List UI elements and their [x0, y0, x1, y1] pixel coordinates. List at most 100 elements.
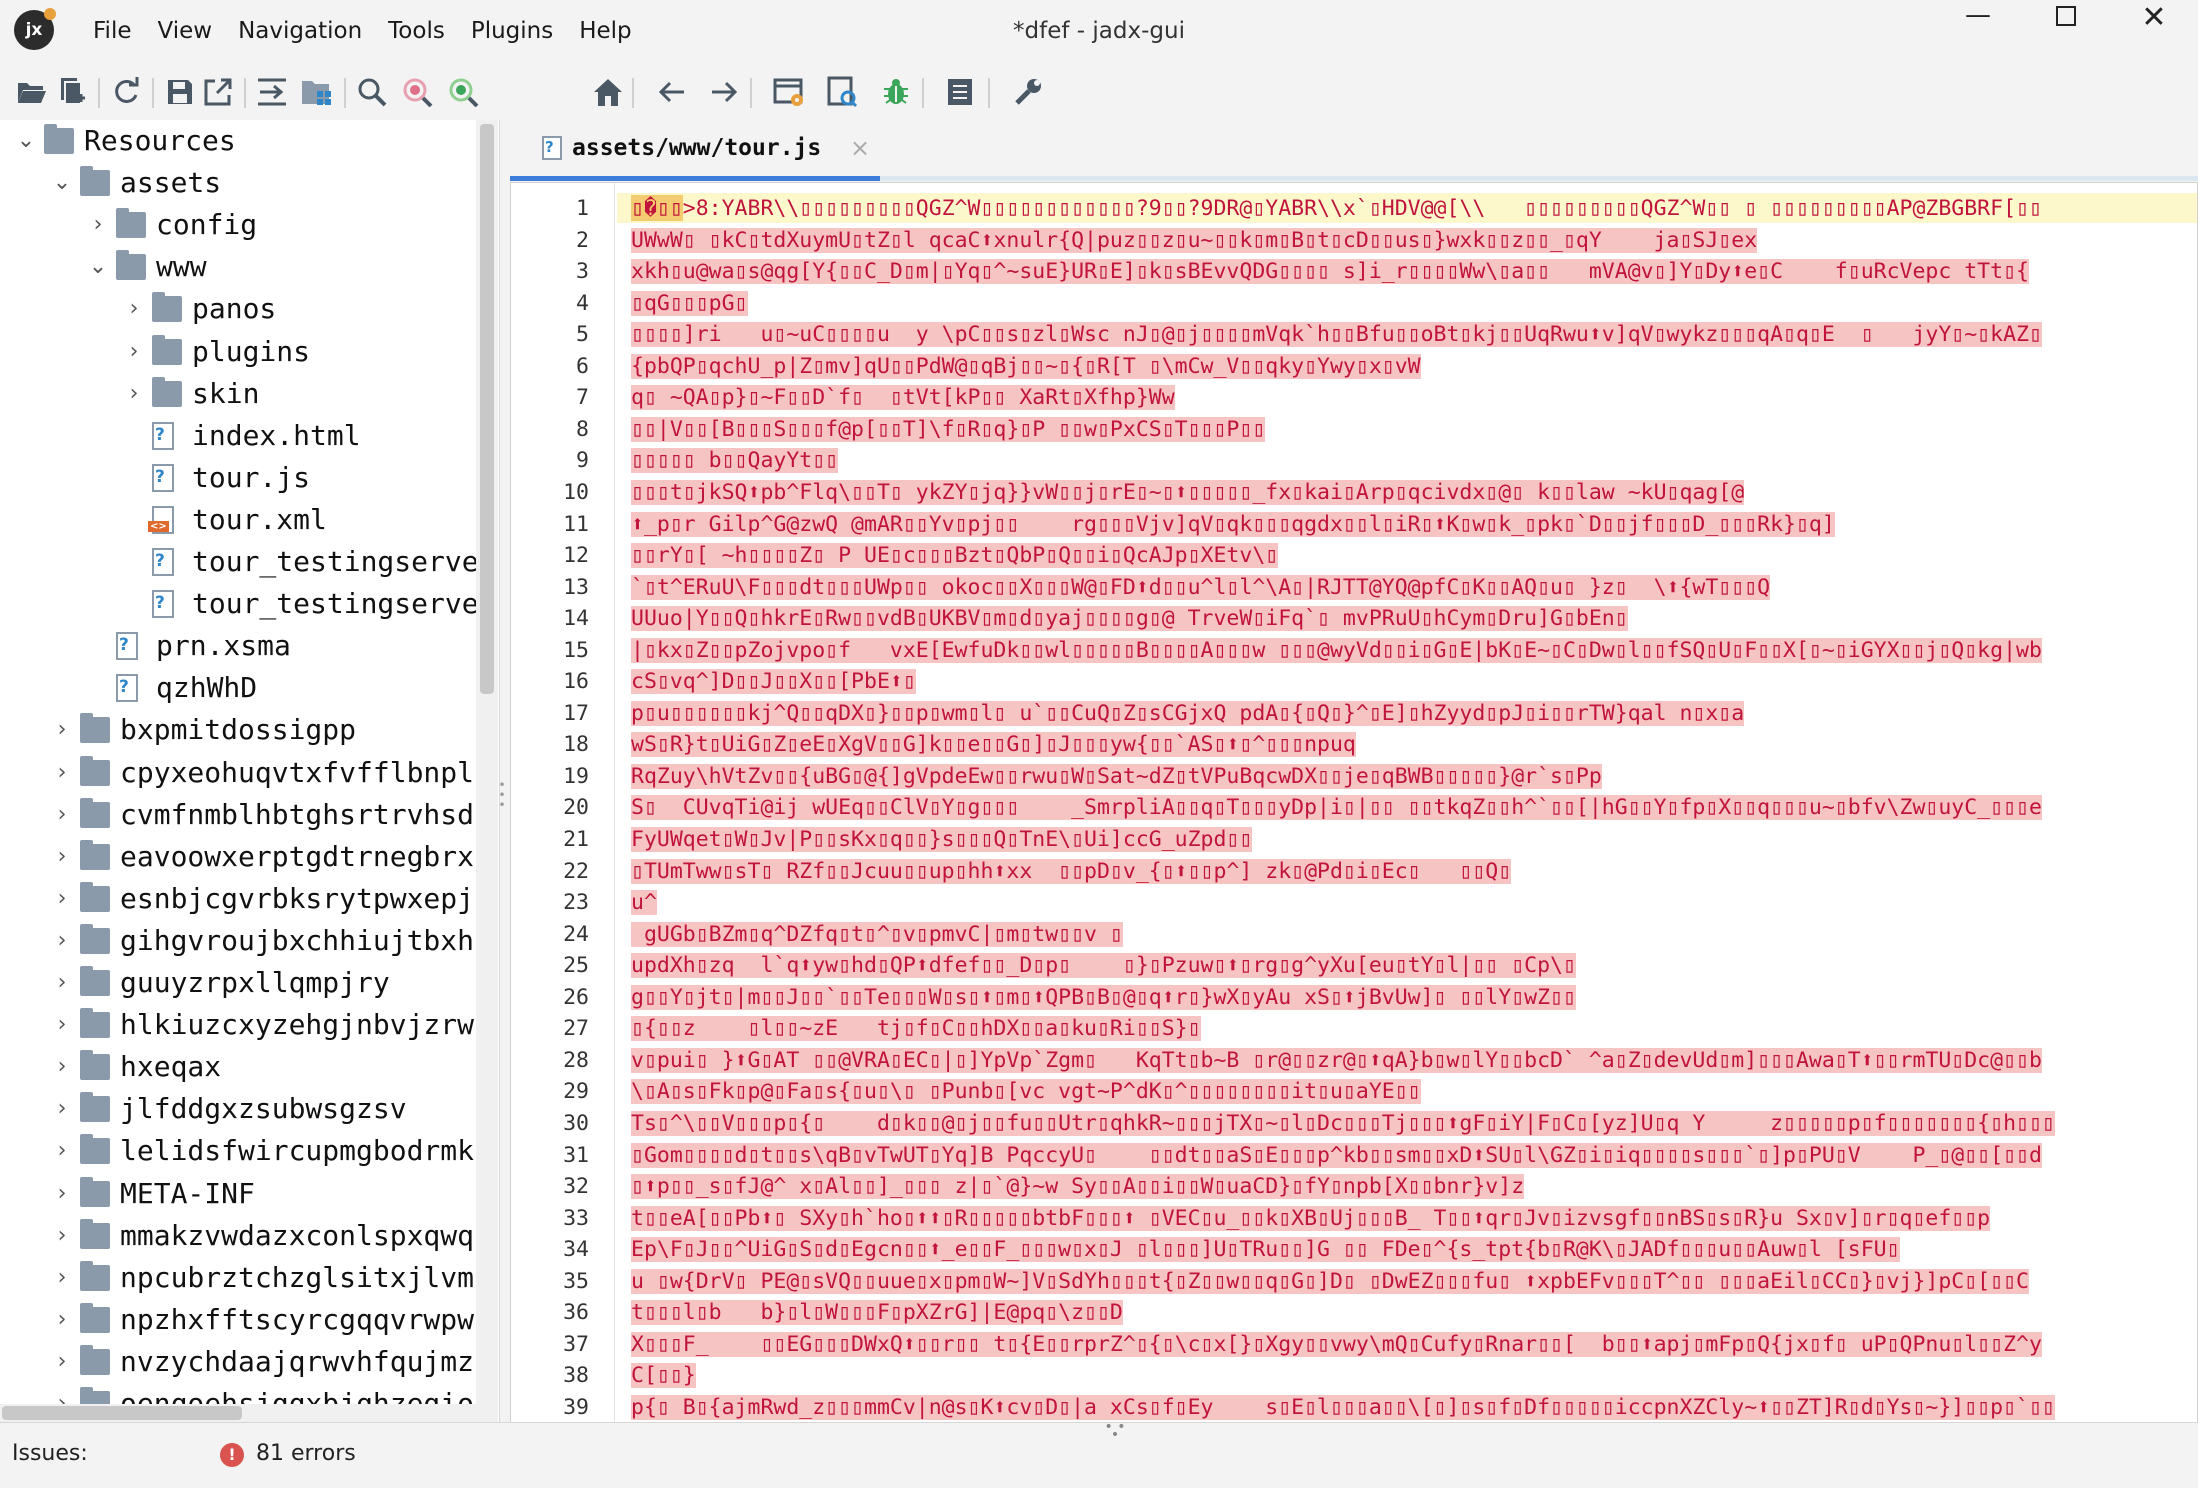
- tree-item[interactable]: › config: [0, 204, 480, 246]
- tree-item[interactable]: › mmakzvwdazxconlspxqwq: [0, 1215, 480, 1257]
- chevron-right-icon[interactable]: ›: [122, 373, 146, 415]
- chevron-right-icon[interactable]: ›: [50, 962, 74, 1004]
- refresh-icon[interactable]: [106, 72, 146, 112]
- chevron-right-icon[interactable]: ›: [50, 794, 74, 836]
- flatten-packages-icon[interactable]: [298, 72, 338, 112]
- tree-item-label: index.html: [192, 418, 361, 452]
- tree-item[interactable]: › cpyxeohuqvtxfvfflbnpl: [0, 752, 480, 794]
- forward-arrow-icon[interactable]: [704, 72, 744, 112]
- tree-item[interactable]: › esnbjcgvrbksrytpwxepj: [0, 878, 480, 920]
- chevron-right-icon[interactable]: ›: [50, 1299, 74, 1341]
- tree-item-label: npcubrztchzglsitxjlvm: [120, 1260, 475, 1294]
- tree-item[interactable]: › plugins: [0, 331, 480, 373]
- tab-tour-js[interactable]: assets/www/tour.js ×: [510, 120, 880, 180]
- sync-with-editor-icon[interactable]: [252, 72, 292, 112]
- tree-item[interactable]: › skin: [0, 373, 480, 415]
- chevron-right-icon[interactable]: ›: [86, 204, 110, 246]
- find-class-icon[interactable]: [398, 72, 438, 112]
- menu-view[interactable]: View: [145, 0, 226, 62]
- tree-item[interactable]: ⌄ Resources: [0, 120, 480, 162]
- project-tree[interactable]: ⌄ Resources ⌄ assets › config ⌄ www › panos › plugi…: [0, 120, 500, 1422]
- tree-item[interactable]: prn.xsma: [0, 625, 480, 667]
- chevron-right-icon[interactable]: ›: [122, 331, 146, 373]
- add-files-icon[interactable]: [52, 72, 92, 112]
- tree-item[interactable]: tour.xml: [0, 499, 480, 541]
- tree-item[interactable]: ⌄ assets: [0, 162, 480, 204]
- code-line: 33 t▯▯eA[▯▯Pb⬆▯ SXy▯h`ho▯⬆⬆▯R▯▯▯▯▯btbF▯▯▯…: [511, 1203, 2197, 1235]
- tree-item[interactable]: tour_testingserve: [0, 583, 480, 625]
- chevron-right-icon[interactable]: ›: [50, 752, 74, 794]
- tree-item[interactable]: › bxpmitdossigpp: [0, 709, 480, 751]
- tree-horizontal-scrollbar-thumb[interactable]: [2, 1406, 242, 1420]
- chevron-right-icon[interactable]: ›: [50, 920, 74, 962]
- tree-item[interactable]: › panos: [0, 288, 480, 330]
- code-text: gUGb▯BZm▯q^DZfq▯t▯^▯v▯pmvC|▯m▯tw▯▯v ▯: [631, 919, 1123, 951]
- chevron-down-icon[interactable]: ⌄: [14, 120, 38, 162]
- menu-tools[interactable]: Tools: [375, 0, 458, 62]
- debugger-icon[interactable]: [876, 72, 916, 112]
- chevron-right-icon[interactable]: ›: [50, 709, 74, 751]
- code-line: 28 v▯pui▯ }⬆G▯AT ▯▯@VRA▯EC▯|▯]YpVp`Zgm▯ K…: [511, 1045, 2197, 1077]
- preferences-icon[interactable]: [1008, 72, 1048, 112]
- chevron-right-icon[interactable]: ›: [50, 836, 74, 878]
- chevron-right-icon[interactable]: ›: [50, 1173, 74, 1215]
- chevron-right-icon[interactable]: ›: [50, 1215, 74, 1257]
- save-icon[interactable]: [160, 72, 200, 112]
- menu-navigation[interactable]: Navigation: [225, 0, 375, 62]
- chevron-right-icon[interactable]: ›: [50, 1341, 74, 1383]
- chevron-right-icon[interactable]: ›: [50, 1257, 74, 1299]
- tree-item[interactable]: ⌄ www: [0, 246, 480, 288]
- tree-item-label: hlkiuzcxyzehgjnbvjzrw: [120, 1008, 475, 1042]
- tree-item-label: prn.xsma: [156, 629, 291, 663]
- close-button[interactable]: ✕: [2110, 0, 2198, 62]
- tree-item[interactable]: › jlfddgxzsubwsgzsv: [0, 1088, 480, 1130]
- chevron-down-icon[interactable]: ⌄: [50, 162, 74, 204]
- quark-icon[interactable]: [822, 72, 862, 112]
- error-count[interactable]: 81 errors: [256, 1423, 356, 1485]
- line-number: 25: [563, 953, 589, 979]
- tree-item[interactable]: › gihgvroujbxchhiujtbxh: [0, 920, 480, 962]
- tree-item[interactable]: › npzhxfftscyrcgqqvrwpws: [0, 1299, 491, 1341]
- tree-item[interactable]: qzhWhD: [0, 667, 480, 709]
- tree-item[interactable]: index.html: [0, 415, 480, 457]
- status-split-handle[interactable]: • • •: [1100, 1420, 1130, 1442]
- tab-close-button[interactable]: ×: [850, 130, 870, 166]
- menu-help[interactable]: Help: [566, 0, 644, 62]
- chevron-right-icon[interactable]: ›: [50, 1004, 74, 1046]
- maximize-button[interactable]: [2022, 0, 2110, 62]
- search-icon[interactable]: [352, 72, 392, 112]
- chevron-right-icon[interactable]: ›: [50, 1088, 74, 1130]
- tree-item[interactable]: › nvzychdaajqrwvhfqujmz: [0, 1341, 480, 1383]
- menu-plugins[interactable]: Plugins: [458, 0, 566, 62]
- deobfuscation-icon[interactable]: [770, 72, 810, 112]
- tree-item[interactable]: › lelidsfwircupmgbodrmk: [0, 1130, 480, 1172]
- chevron-right-icon[interactable]: ›: [50, 1130, 74, 1172]
- chevron-right-icon[interactable]: ›: [50, 1046, 74, 1088]
- split-pane-handle[interactable]: • • •: [498, 779, 506, 811]
- tree-item[interactable]: › META-INF: [0, 1173, 480, 1215]
- export-icon[interactable]: [198, 72, 238, 112]
- log-viewer-icon[interactable]: [940, 72, 980, 112]
- menu-file[interactable]: File: [80, 0, 145, 62]
- minimize-button[interactable]: —: [1934, 0, 2022, 62]
- error-icon[interactable]: !: [220, 1443, 244, 1467]
- tree-item[interactable]: › npcubrztchzglsitxjlvm: [0, 1257, 480, 1299]
- open-folder-icon[interactable]: [12, 72, 52, 112]
- tree-item[interactable]: › eavoowxerptgdtrnegbrx: [0, 836, 480, 878]
- tree-scrollbar-thumb[interactable]: [480, 124, 494, 694]
- home-icon[interactable]: [588, 72, 628, 112]
- chevron-right-icon[interactable]: ›: [50, 878, 74, 920]
- tree-item[interactable]: › guuyzrpxllqmpjry: [0, 962, 480, 1004]
- chevron-down-icon[interactable]: ⌄: [86, 246, 110, 288]
- tree-item[interactable]: › hlkiuzcxyzehgjnbvjzrw: [0, 1004, 480, 1046]
- back-arrow-icon[interactable]: [652, 72, 692, 112]
- code-editor[interactable]: 1 ▯�▯▯>8:YABR\\▯▯▯▯▯▯▯▯▯QGZ^W▯▯▯▯▯▯▯▯▯▯▯▯…: [510, 182, 2198, 1464]
- tree-item[interactable]: tour_testingserve: [0, 541, 480, 583]
- chevron-right-icon[interactable]: ›: [122, 288, 146, 330]
- tree-item[interactable]: tour.js: [0, 457, 480, 499]
- tree-item[interactable]: › cvmfnmblhbtghsrtrvhsd: [0, 794, 480, 836]
- tree-item[interactable]: › hxeqax: [0, 1046, 480, 1088]
- toolbar-separator: [750, 78, 752, 108]
- find-usage-icon[interactable]: [444, 72, 484, 112]
- tree-item-label: META-INF: [120, 1176, 255, 1210]
